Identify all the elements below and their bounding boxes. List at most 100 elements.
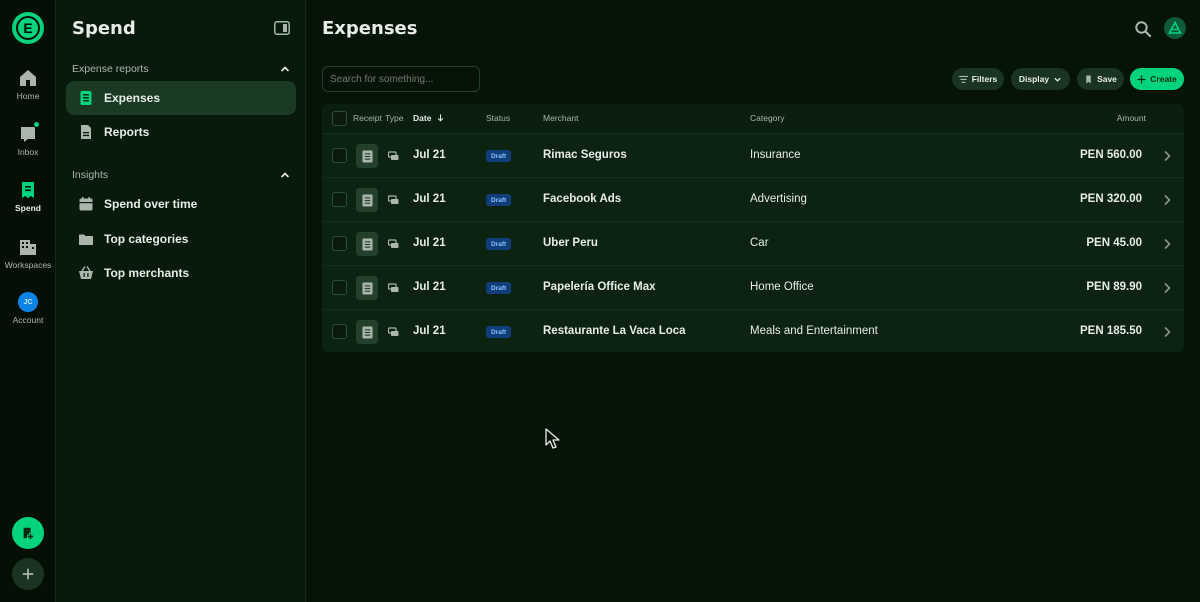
section-insights[interactable]: Insights [72,167,290,183]
sidebar-item-reports[interactable]: Reports [66,115,296,149]
display-button[interactable]: Display [1011,68,1070,90]
create-button[interactable]: Create [1130,68,1184,90]
row-merchant: Papelería Office Max [543,281,656,293]
app-logo[interactable]: E [12,12,44,44]
chevron-right-icon[interactable] [1162,194,1172,206]
save-label: Save [1097,74,1117,84]
cash-icon [388,239,399,248]
header-date[interactable]: Date [413,113,444,123]
row-amount: PEN 560.00 [1079,149,1142,161]
table-row[interactable]: Jul 21 Draft Uber Peru Car PEN 45.00 [322,222,1184,266]
workspace-avatar[interactable] [1164,17,1186,39]
row-amount: PEN 320.00 [1079,193,1142,205]
header-category: Category [750,113,785,123]
cash-icon [388,151,399,160]
sidebar-item-spend-over-time[interactable]: Spend over time [66,187,296,221]
app-rail: E Home Inbox Spend Workspaces JC Account [0,0,56,602]
receipt-thumbnail[interactable] [356,188,378,212]
chevron-right-icon[interactable] [1162,326,1172,338]
receipt-placeholder-icon [361,282,373,294]
row-amount: PEN 185.50 [1079,325,1142,337]
rail-label-account: Account [12,315,44,325]
rail-label-workspaces: Workspaces [4,260,52,270]
row-checkbox[interactable] [332,148,347,163]
cash-icon [388,195,399,204]
row-merchant: Uber Peru [543,237,598,249]
receipt-placeholder-icon [361,194,373,206]
new-expense-icon [23,527,34,540]
search-input[interactable] [322,66,480,92]
plus-icon [1137,74,1146,84]
inbox-icon [18,121,40,144]
status-badge: Draft [486,194,512,206]
row-category: Advertising [750,193,807,205]
receipt-icon [22,182,34,198]
rail-item-account[interactable]: JC Account [0,292,56,325]
sidebar-item-top-categories[interactable]: Top categories [66,222,296,256]
sidebar: Spend Expense reports Expenses Reports I… [56,0,306,602]
row-checkbox[interactable] [332,236,347,251]
receipt-thumbnail[interactable] [356,232,378,256]
header-status: Status [486,113,511,123]
filters-button[interactable]: Filters [952,68,1004,90]
new-expense-button[interactable] [12,517,44,549]
sidebar-item-label: Reports [104,125,150,139]
receipt-placeholder-icon [361,238,373,250]
table-row[interactable]: Jul 21 Draft Rimac Seguros Insurance PEN… [322,134,1184,178]
section-heading: Expense reports [72,63,149,75]
sidebar-item-top-merchants[interactable]: Top merchants [66,256,296,290]
chevron-right-icon[interactable] [1162,282,1172,294]
chevron-right-icon[interactable] [1162,238,1172,250]
header-receipt: Receipt [353,113,382,123]
rail-item-home[interactable]: Home [0,68,56,101]
logo-letter: E [16,16,40,40]
status-badge: Draft [486,326,512,338]
sidebar-item-label: Expenses [104,91,161,105]
sidebar-item-expenses[interactable]: Expenses [66,81,296,115]
main-content: Expenses Filters Display Save [306,0,1200,602]
search-icon[interactable] [1134,20,1152,38]
row-checkbox[interactable] [332,324,347,339]
rail-item-inbox[interactable]: Inbox [0,121,56,157]
rail-item-spend[interactable]: Spend [0,180,56,213]
receipt-thumbnail[interactable] [356,276,378,300]
status-badge: Draft [486,282,512,294]
cash-icon [388,327,399,336]
row-amount: PEN 89.90 [1086,281,1142,293]
sidebar-item-label: Top categories [104,232,189,246]
create-label: Create [1150,74,1177,84]
add-button[interactable] [12,558,44,590]
inbox-unread-dot [33,121,40,128]
receipt-placeholder-icon [361,150,373,162]
table-row[interactable]: Jul 21 Draft Restaurante La Vaca Loca Me… [322,310,1184,352]
status-badge: Draft [486,150,512,162]
sidebar-item-label: Top merchants [104,266,190,280]
row-checkbox[interactable] [332,192,347,207]
receipt-icon [80,91,92,105]
row-date: Jul 21 [413,325,446,337]
table-row[interactable]: Jul 21 Draft Facebook Ads Advertising PE… [322,178,1184,222]
receipt-thumbnail[interactable] [356,320,378,344]
header-date-label: Date [413,113,432,123]
building-icon [20,240,36,255]
cash-icon [388,283,399,292]
save-button[interactable]: Save [1077,68,1124,90]
row-checkbox[interactable] [332,280,347,295]
plus-icon [22,568,34,580]
select-all-checkbox[interactable] [332,111,347,126]
rail-label-spend: Spend [15,203,41,213]
expenses-table: Receipt Type Date Status Merchant Catego… [322,104,1184,352]
home-icon [20,70,36,86]
row-merchant: Facebook Ads [543,193,622,205]
chevron-up-icon [280,172,290,178]
section-expense-reports[interactable]: Expense reports [72,61,290,77]
receipt-thumbnail[interactable] [356,144,378,168]
section-heading: Insights [72,169,109,181]
table-row[interactable]: Jul 21 Draft Papelería Office Max Home O… [322,266,1184,310]
chevron-right-icon[interactable] [1162,150,1172,162]
collapse-sidebar-icon[interactable] [274,21,290,35]
rail-item-workspaces[interactable]: Workspaces [0,237,56,270]
header-amount: Amount [1116,113,1146,123]
sidebar-title: Spend [72,18,136,39]
row-date: Jul 21 [413,149,446,161]
